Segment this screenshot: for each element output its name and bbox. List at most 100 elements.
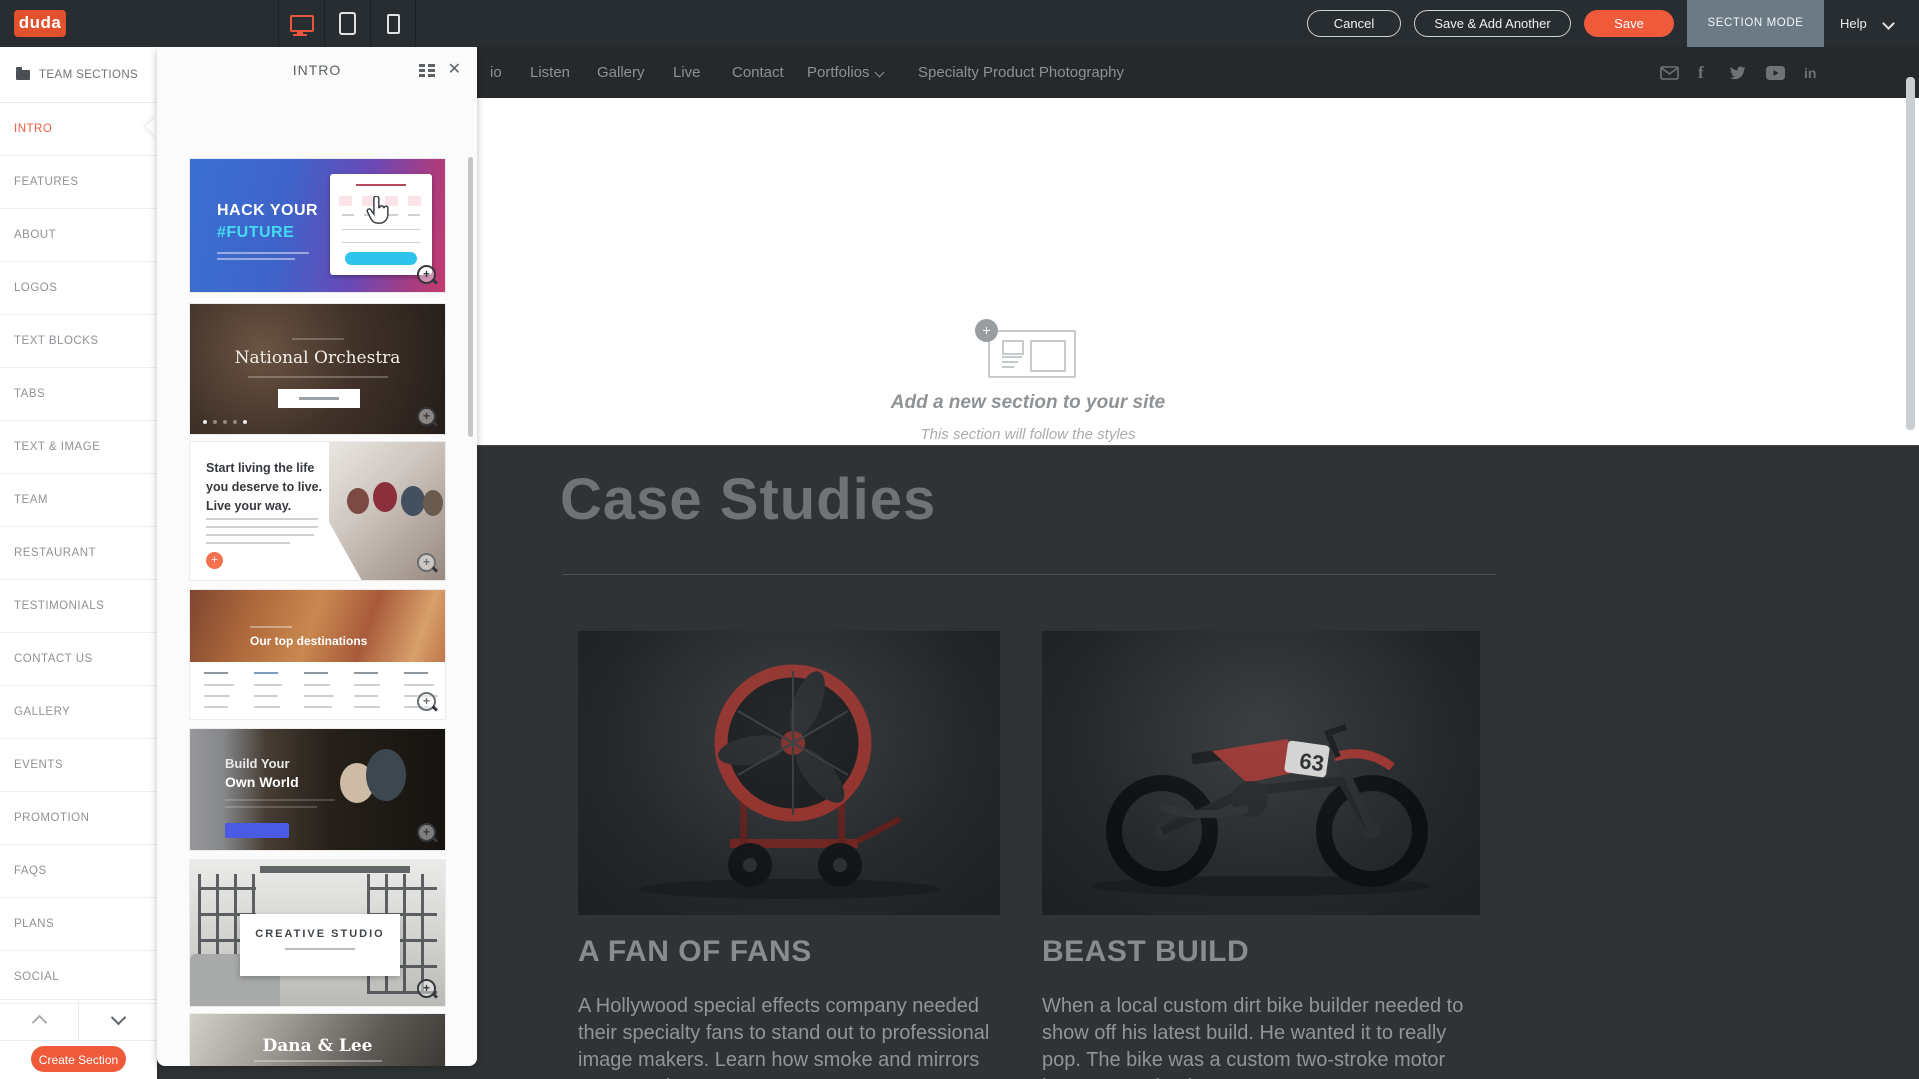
template-thumb-hack-future[interactable]: HACK YOUR #FUTURE + [190,159,445,292]
save-add-another-button[interactable]: Save & Add Another [1414,10,1571,37]
mobile-view-button[interactable] [370,0,416,47]
section-placeholder-icon [988,330,1076,378]
zoom-preview-icon[interactable]: + [417,823,436,842]
chevron-up-icon [31,1015,47,1031]
template-thumb-dana-lee[interactable]: Dana & Lee [190,1014,445,1066]
thumb-decor [260,866,410,873]
sidebar-item-contact-us[interactable]: CONTACT US [0,633,157,686]
nav-item-portfolios[interactable]: Portfolios [807,47,870,98]
page-scrollbar[interactable] [1906,77,1915,430]
desktop-icon [290,15,314,32]
thumb-title: Build Your [225,756,290,771]
sidebar-pager [0,999,157,1041]
thumb-title: Our top destinations [250,634,367,648]
tablet-icon [339,12,356,35]
zoom-preview-icon[interactable]: + [417,407,436,426]
help-menu[interactable]: Help [1840,0,1867,47]
thumb-title: CREATIVE STUDIO [240,928,400,940]
sidebar-item-about[interactable]: ABOUT [0,209,157,262]
sidebar-list: INTRO FEATURES ABOUT LOGOS TEXT BLOCKS T… [0,103,157,1004]
card-body-fan: A Hollywood special effects company need… [578,993,1008,1079]
placeholder-title: Add a new section to your site [828,392,1228,414]
app-window: io Listen Gallery Live Contact Portfolio… [0,0,1919,1079]
template-thumb-destinations[interactable]: Our top destinations + [190,590,445,719]
template-thumb-life[interactable]: Start living the life you deserve to liv… [190,442,445,580]
sidebar-item-events[interactable]: EVENTS [0,739,157,792]
sidebar-item-logos[interactable]: LOGOS [0,262,157,315]
zoom-preview-icon[interactable]: + [417,692,436,711]
countdown-card [330,174,432,275]
card-title-fan: A FAN OF FANS [578,935,812,969]
cta-button [278,389,360,408]
youtube-icon[interactable] [1766,47,1785,98]
chevron-down-icon [110,1010,126,1026]
nav-item-gallery[interactable]: Gallery [597,47,645,98]
thumb-subtitle: #FUTURE [217,224,294,242]
scroll-down-button[interactable] [79,1000,157,1040]
chevron-down-icon [1882,17,1895,30]
tablet-view-button[interactable] [324,0,370,47]
template-thumb-orchestra[interactable]: National Orchestra + [190,304,445,434]
twitter-icon[interactable] [1728,47,1746,98]
nav-item-specialty[interactable]: Specialty Product Photography [918,47,1124,98]
sidebar-item-gallery[interactable]: GALLERY [0,686,157,739]
nav-item-listen[interactable]: Listen [530,47,570,98]
save-button[interactable]: Save [1584,10,1674,37]
sidebar-item-features[interactable]: FEATURES [0,156,157,209]
device-switcher [278,0,416,47]
folder-icon [16,70,30,80]
plus-icon: + [975,319,998,342]
placeholder-subtitle-line1: This section will follow the styles [828,426,1228,443]
fan-machine-image [578,631,1000,915]
thumb-title: National Orchestra [190,348,445,368]
sidebar-item-intro[interactable]: INTRO [0,103,157,156]
create-section-button[interactable]: Create Section [31,1046,126,1072]
thumb-photo [190,590,445,662]
template-thumb-world[interactable]: Build Your Own World + [190,729,445,850]
sidebar-item-testimonials[interactable]: TESTIMONIALS [0,580,157,633]
sidebar-item-restaurant[interactable]: RESTAURANT [0,527,157,580]
chevron-down-icon [875,68,885,78]
card-title-beast: BEAST BUILD [1042,935,1249,969]
card-body-beast: When a local custom dirt bike builder ne… [1042,993,1487,1079]
scroll-up-button[interactable] [0,1000,79,1040]
zoom-preview-icon[interactable]: + [417,265,436,284]
close-icon[interactable]: ✕ [448,60,461,80]
duda-logo[interactable]: duda [14,10,66,37]
nav-item-io[interactable]: io [490,47,502,98]
panel-scrollbar[interactable] [468,157,473,437]
case-studies-heading: Case Studies [560,466,936,533]
sidebar-header-label: TEAM SECTIONS [39,69,138,81]
template-thumb-studio[interactable]: CREATIVE STUDIO + [190,860,445,1006]
sidebar-item-social[interactable]: SOCIAL [0,951,157,1004]
sidebar-item-text-image[interactable]: TEXT & IMAGE [0,421,157,474]
sidebar-item-promotion[interactable]: PROMOTION [0,792,157,845]
thumb-title: HACK YOUR [217,202,318,220]
sidebar-item-team[interactable]: TEAM [0,474,157,527]
cta-button [225,823,289,838]
plus-icon: + [206,552,223,569]
editor-topbar: duda Cancel Save & Add Another Save SECT… [0,0,1919,47]
zoom-preview-icon[interactable]: + [417,979,436,998]
thumb-subtitle: Own World [225,774,299,790]
linkedin-icon[interactable]: in [1804,47,1816,98]
thumb-card: CREATIVE STUDIO [240,914,400,976]
sidebar-item-faqs[interactable]: FAQS [0,845,157,898]
sections-sidebar: TEAM SECTIONS INTRO FEATURES ABOUT LOGOS… [0,47,157,1079]
svg-text:63: 63 [1298,748,1326,776]
sidebar-header: TEAM SECTIONS [0,47,157,103]
sidebar-item-tabs[interactable]: TABS [0,368,157,421]
dirt-bike-image: 63 [1042,631,1480,915]
cancel-button[interactable]: Cancel [1307,10,1401,37]
email-icon[interactable] [1660,47,1679,98]
desktop-view-button[interactable] [278,0,324,47]
sidebar-item-plans[interactable]: PLANS [0,898,157,951]
zoom-preview-icon[interactable]: + [417,553,436,572]
grid-view-icon[interactable] [419,64,435,76]
section-mode-badge: SECTION MODE [1687,0,1824,47]
sidebar-item-text-blocks[interactable]: TEXT BLOCKS [0,315,157,368]
divider [563,574,1496,575]
facebook-icon[interactable]: f [1698,47,1704,98]
nav-item-live[interactable]: Live [673,47,701,98]
nav-item-contact[interactable]: Contact [732,47,784,98]
